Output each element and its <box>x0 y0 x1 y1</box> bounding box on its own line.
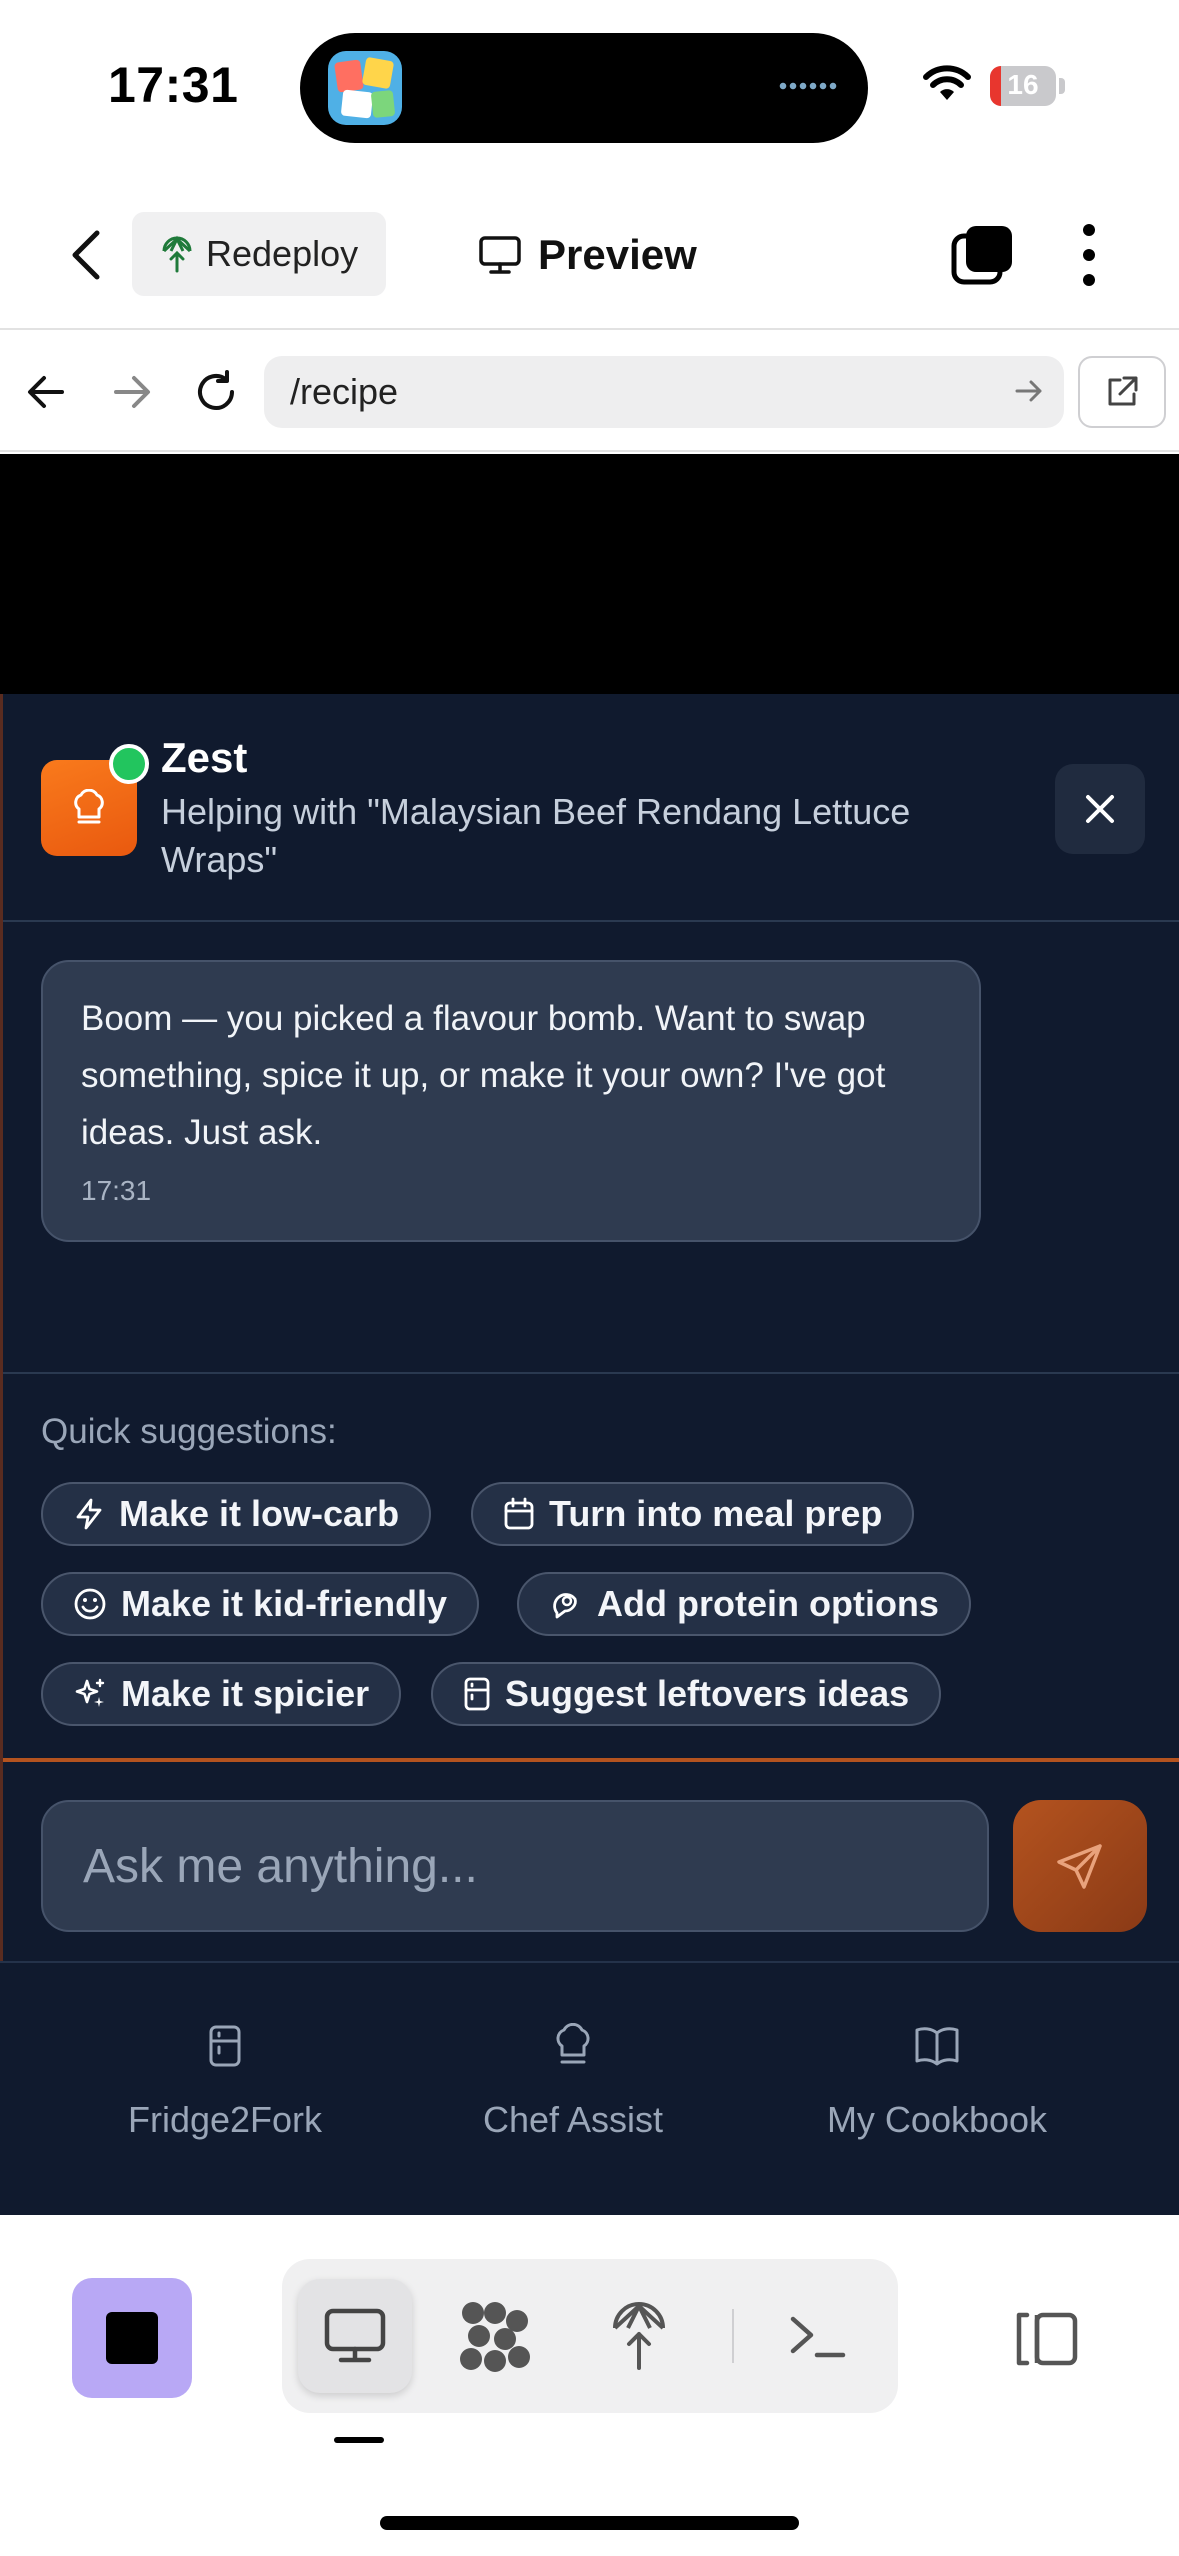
suggestion-label: Suggest leftovers ideas <box>505 1673 910 1714</box>
page-top-blank <box>0 454 1179 694</box>
online-status-dot <box>109 744 149 784</box>
suggestion-chip-leftovers[interactable]: Suggest leftovers ideas <box>431 1662 942 1726</box>
calendar-icon <box>504 1497 534 1530</box>
chat-header: Zest Helping with "Malaysian Beef Rendan… <box>3 694 1179 922</box>
assistant-subtitle: Helping with "Malaysian Beef Rendang Let… <box>161 791 911 880</box>
reload-button[interactable] <box>188 364 244 420</box>
nav-item-my-cookbook[interactable]: My Cookbook <box>812 2023 1062 2141</box>
browser-forward-button[interactable] <box>104 364 160 420</box>
chat-input[interactable] <box>41 1800 989 1932</box>
url-field[interactable]: /recipe <box>264 356 1064 428</box>
app-icon <box>328 51 402 125</box>
back-button[interactable] <box>56 222 116 288</box>
panel-layout-icon <box>1016 2312 1078 2366</box>
chevron-left-icon <box>72 230 100 280</box>
redeploy-button[interactable]: Redeploy <box>132 212 386 296</box>
nav-label: My Cookbook <box>826 2099 1048 2140</box>
nav-label: Fridge2Fork <box>127 2099 323 2140</box>
chat-composer <box>3 1766 1179 1961</box>
wifi-icon <box>923 65 971 100</box>
suggestion-label: Add protein options <box>597 1583 939 1624</box>
more-vertical-icon <box>1083 224 1095 286</box>
close-icon <box>1086 795 1114 823</box>
tool-group <box>282 2259 898 2413</box>
panel-toggle-button[interactable] <box>1000 2291 1096 2387</box>
suggestion-chip-meal-prep[interactable]: Turn into meal prep <box>471 1482 915 1546</box>
send-button[interactable] <box>1013 1800 1147 1932</box>
tabs-icon <box>951 226 1012 285</box>
bottom-nav: Fridge2Fork Chef Assist My Cookbook <box>0 1961 1179 2215</box>
tool-deploy-button[interactable] <box>582 2279 696 2393</box>
monitor-icon <box>479 236 521 274</box>
tabs-button[interactable] <box>950 222 1016 288</box>
quick-suggestions-label: Quick suggestions: <box>41 1412 337 1451</box>
nav-label: Chef Assist <box>482 2099 664 2140</box>
suggestion-label: Make it low-carb <box>119 1493 400 1534</box>
suggestion-chip-protein[interactable]: Add protein options <box>517 1572 971 1636</box>
active-tool-indicator <box>334 2437 384 2443</box>
nodes-icon <box>460 2302 530 2372</box>
status-bar: 17:31 16 <box>0 0 1179 180</box>
external-link-icon <box>1108 376 1138 406</box>
activity-dots-icon <box>778 81 838 91</box>
preview-label: Preview <box>538 231 697 278</box>
deploy-icon <box>613 2302 665 2370</box>
arrow-left-icon <box>28 376 64 408</box>
browser-back-button[interactable] <box>18 364 74 420</box>
lightning-icon <box>76 1498 102 1530</box>
tool-divider <box>732 2309 734 2363</box>
suggestion-chip-low-carb[interactable]: Make it low-carb <box>41 1482 432 1546</box>
send-icon <box>1057 1844 1102 1889</box>
open-external-button[interactable] <box>1078 356 1166 428</box>
url-text: /recipe <box>290 371 399 412</box>
app-header: Redeploy Preview <box>0 180 1179 330</box>
battery-indicator: 16 <box>990 66 1056 106</box>
nav-item-fridge2fork[interactable]: Fridge2Fork <box>120 2023 330 2141</box>
suggestion-label: Make it kid-friendly <box>121 1583 448 1624</box>
suggestion-label: Make it spicier <box>121 1673 370 1714</box>
more-options-button[interactable] <box>1068 220 1110 290</box>
redeploy-label: Redeploy <box>206 233 359 274</box>
battery-tip <box>1059 78 1065 94</box>
suggestion-chip-spicier[interactable]: Make it spicier <box>41 1662 402 1726</box>
nav-item-chef-assist[interactable]: Chef Assist <box>468 2023 678 2141</box>
fridge-icon <box>464 1677 490 1711</box>
browser-bar: /recipe <box>0 332 1179 452</box>
tool-shell-button[interactable] <box>760 2279 874 2393</box>
suggestion-chip-kid-friendly[interactable]: Make it kid-friendly <box>41 1572 480 1636</box>
chef-hat-icon <box>556 2023 590 2064</box>
suggestion-label: Turn into meal prep <box>549 1493 883 1534</box>
chef-hat-icon <box>74 789 104 824</box>
stop-button[interactable] <box>72 2278 192 2398</box>
message-time: 17:31 <box>81 1175 152 1206</box>
tool-preview-button[interactable] <box>298 2279 412 2393</box>
quick-suggestions: Quick suggestions: Make it low-carb Turn… <box>3 1372 1179 1762</box>
book-icon <box>915 2027 959 2066</box>
dynamic-island <box>300 33 868 143</box>
fridge-icon <box>209 2025 241 2067</box>
monitor-icon <box>324 2308 386 2363</box>
deploy-icon <box>162 235 192 273</box>
close-chat-button[interactable] <box>1055 764 1145 854</box>
smile-icon <box>74 1588 106 1620</box>
sparkle-icon <box>75 1678 105 1707</box>
battery-level: 16 <box>1007 69 1039 100</box>
arrow-right-icon <box>114 376 150 408</box>
chat-panel: Zest Helping with "Malaysian Beef Rendan… <box>0 694 1179 1961</box>
meat-icon <box>553 1593 577 1619</box>
home-indicator <box>380 2516 799 2530</box>
assistant-message: Boom — you picked a flavour bomb. Want t… <box>41 960 981 1242</box>
stop-icon <box>106 2312 158 2364</box>
ide-toolbar <box>0 2215 1179 2556</box>
message-text: Boom — you picked a flavour bomb. Want t… <box>81 999 886 1152</box>
terminal-icon <box>790 2316 846 2358</box>
tab-preview[interactable]: Preview <box>478 222 697 288</box>
tool-workflow-button[interactable] <box>438 2279 552 2393</box>
go-arrow-icon[interactable] <box>1014 376 1044 406</box>
assistant-name: Zest <box>161 734 248 781</box>
reload-icon <box>198 370 234 410</box>
status-time: 17:31 <box>108 57 239 113</box>
